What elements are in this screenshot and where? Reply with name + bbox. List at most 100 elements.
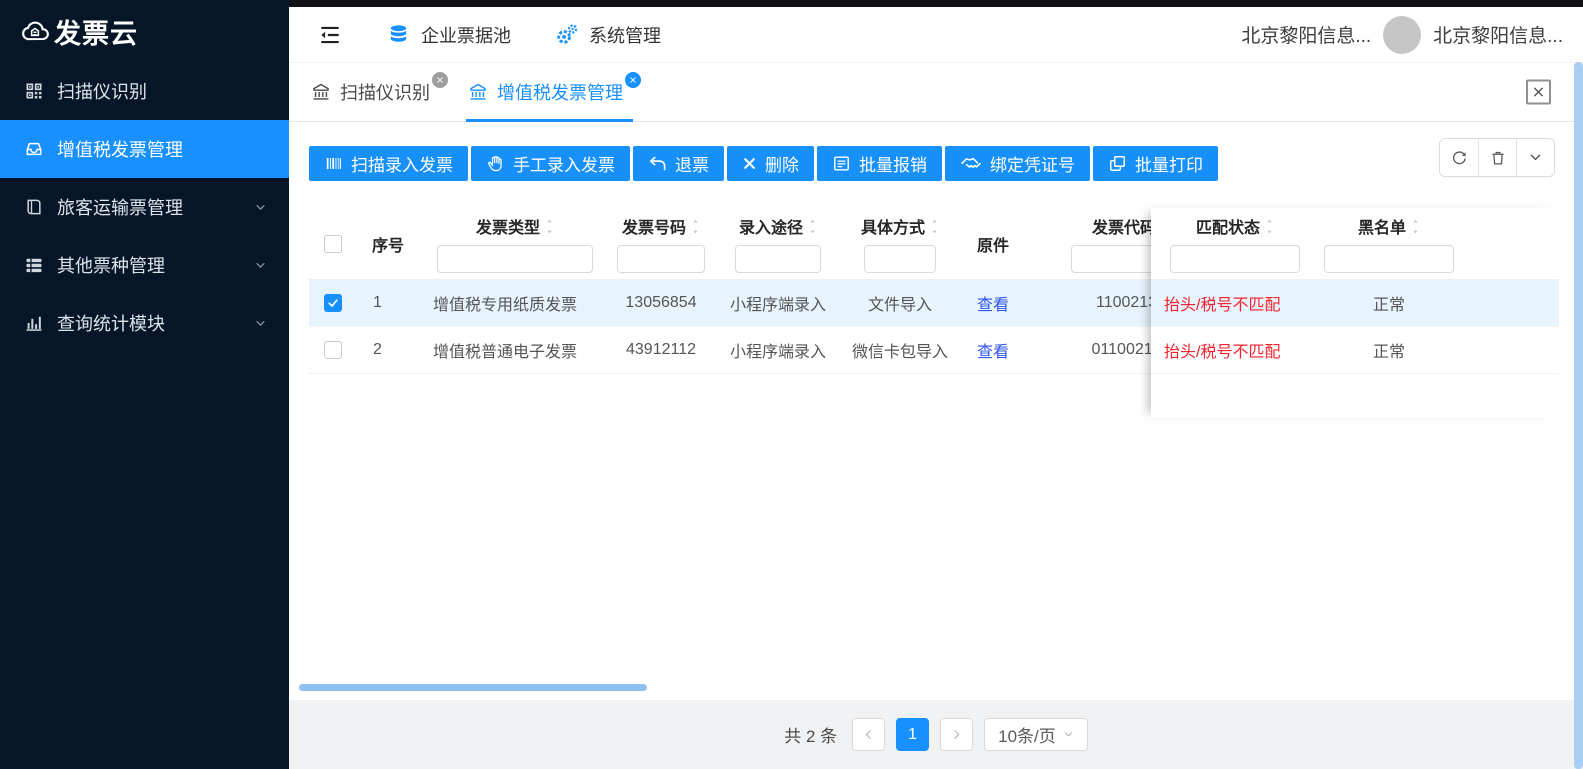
trash-button[interactable] (1478, 139, 1516, 176)
column-header-invoice-type: 发票类型 (476, 214, 540, 238)
header-menu-label: 系统管理 (589, 22, 661, 48)
sidebar: 发票云 扫描仪识别 增值税发票管理 旅客运输票管理 其他票种管理 (0, 0, 289, 769)
header-menu-bill-pool[interactable]: 企业票据池 (387, 22, 511, 48)
database-icon (387, 23, 410, 46)
sort-icon[interactable] (545, 218, 554, 235)
chevron-down-icon (1528, 150, 1543, 165)
page-size-value: 10条/页 (998, 722, 1056, 747)
sidebar-item-label: 其他票种管理 (57, 252, 165, 278)
sidebar-menu: 扫描仪识别 增值税发票管理 旅客运输票管理 其他票种管理 查询统计模块 (0, 62, 289, 352)
sort-icon[interactable] (1411, 218, 1420, 235)
undo-icon (648, 154, 667, 173)
refund-ticket-button[interactable]: 退票 (633, 146, 724, 181)
column-header-entry-method: 具体方式 (861, 214, 925, 238)
close-panel-button[interactable] (1526, 80, 1551, 105)
cell-entry-channel: 小程序端录入 (711, 291, 845, 315)
sidebar-item-vat-invoice-management[interactable]: 增值税发票管理 (0, 120, 289, 178)
company-name[interactable]: 北京黎阳信息... (1241, 21, 1371, 48)
pagination-bar: 共 2 条 1 10条/页 (289, 700, 1583, 769)
row-checkbox[interactable] (324, 294, 342, 312)
table-row-fixed[interactable]: 抬头/税号不匹配 正常 (1151, 280, 1559, 327)
tab-bar: 扫描仪识别 增值税发票管理 (289, 62, 1583, 122)
filter-input-blacklist[interactable] (1324, 245, 1454, 273)
filter-input-entry-channel[interactable] (735, 245, 821, 273)
sidebar-item-passenger-transport[interactable]: 旅客运输票管理 (0, 178, 289, 236)
qr-scanner-icon (24, 81, 44, 101)
refresh-button[interactable] (1440, 139, 1478, 176)
sidebar-item-other-tickets[interactable]: 其他票种管理 (0, 236, 289, 294)
bind-voucher-number-button[interactable]: 绑定凭证号 (945, 146, 1090, 181)
next-page-button[interactable] (940, 718, 973, 751)
header-menu-system-management[interactable]: 系统管理 (555, 22, 661, 48)
table-tools-group (1439, 138, 1555, 177)
bank-icon (468, 82, 488, 102)
cell-invoice-type: 增值税专用纸质发票 (419, 291, 611, 315)
scan-entry-invoice-button[interactable]: 扫描录入发票 (309, 146, 468, 181)
tab-close-icon[interactable] (625, 72, 641, 88)
table-header-row: 序号 发票类型 发票号码 (309, 208, 1151, 280)
bar-chart-icon (24, 313, 44, 333)
chevron-down-icon (254, 201, 267, 214)
app-logo-text: 发票云 (54, 12, 138, 51)
bank-icon (311, 82, 331, 102)
batch-print-button[interactable]: 批量打印 (1093, 146, 1218, 181)
tab-vat-invoice-management[interactable]: 增值税发票管理 (466, 63, 637, 121)
sort-icon[interactable] (808, 218, 817, 235)
filter-input-invoice-type[interactable] (437, 245, 593, 273)
prev-page-button[interactable] (852, 718, 885, 751)
view-original-link[interactable]: 查看 (977, 291, 1009, 315)
trash-icon (1489, 149, 1507, 167)
user-name[interactable]: 北京黎阳信息... (1433, 21, 1563, 48)
table-row[interactable]: 1 增值税专用纸质发票 13056854 小程序端录入 文件导入 查看 1100… (309, 280, 1151, 327)
table-row[interactable]: 2 增值税普通电子发票 43912112 小程序端录入 微信卡包导入 查看 01… (309, 327, 1151, 374)
cell-entry-method: 微信卡包导入 (845, 338, 955, 362)
table-row-fixed[interactable]: 抬头/税号不匹配 正常 (1151, 327, 1559, 374)
filter-input-entry-method[interactable] (864, 245, 936, 273)
table-fixed-right-columns: 匹配状态 黑名单 (1151, 208, 1559, 418)
sidebar-item-scanner-recognition[interactable]: 扫描仪识别 (0, 62, 289, 120)
column-header-invoice-code: 发票代码 (1092, 214, 1151, 238)
filter-input-match-status[interactable] (1170, 245, 1300, 273)
delete-button[interactable]: 删除 (727, 146, 814, 181)
sort-icon[interactable] (1265, 218, 1274, 235)
report-icon (832, 154, 851, 173)
vertical-scrollbar[interactable] (1574, 62, 1583, 769)
x-icon (742, 156, 757, 171)
tab-close-icon[interactable] (432, 72, 448, 88)
sort-icon[interactable] (691, 218, 700, 235)
view-original-link[interactable]: 查看 (977, 338, 1009, 362)
menu-fold-icon[interactable] (317, 22, 343, 48)
select-all-checkbox[interactable] (324, 235, 342, 253)
cell-match-status: 抬头/税号不匹配 (1151, 338, 1319, 362)
more-options-button[interactable] (1516, 139, 1554, 176)
cell-blacklist: 正常 (1319, 291, 1459, 315)
cell-index: 1 (357, 294, 419, 312)
page-number-button[interactable]: 1 (896, 718, 929, 751)
header-menu-label: 企业票据池 (421, 22, 511, 48)
inbox-icon (24, 139, 44, 159)
row-checkbox[interactable] (324, 341, 342, 359)
top-header: 企业票据池 系统管理 北京黎阳信息... 北京黎阳信息... (289, 7, 1583, 62)
table-header-row-fixed: 匹配状态 黑名单 (1151, 208, 1559, 280)
invoice-table: 序号 发票类型 发票号码 (309, 208, 1559, 374)
column-header-match-status: 匹配状态 (1196, 214, 1260, 238)
cell-blacklist: 正常 (1319, 338, 1459, 362)
horizontal-scrollbar[interactable] (299, 684, 647, 691)
tab-scanner-recognition[interactable]: 扫描仪识别 (309, 63, 444, 121)
sidebar-item-label: 查询统计模块 (57, 310, 165, 336)
close-icon (1532, 86, 1545, 99)
refresh-icon (1450, 149, 1468, 167)
main-area: 企业票据池 系统管理 北京黎阳信息... 北京黎阳信息... 扫描仪识别 增值税… (289, 0, 1583, 769)
page-size-select[interactable]: 10条/页 (984, 718, 1088, 751)
sidebar-item-query-statistics[interactable]: 查询统计模块 (0, 294, 289, 352)
tab-label: 扫描仪识别 (340, 79, 430, 105)
batch-reimburse-button[interactable]: 批量报销 (817, 146, 942, 181)
cell-entry-method: 文件导入 (845, 291, 955, 315)
avatar[interactable] (1383, 16, 1421, 54)
cell-invoice-code: 011002100 (1031, 341, 1151, 359)
chevron-down-icon (254, 259, 267, 272)
filter-input-invoice-code[interactable] (1071, 245, 1151, 273)
sort-icon[interactable] (930, 218, 939, 235)
manual-entry-invoice-button[interactable]: 手工录入发票 (471, 146, 630, 181)
filter-input-invoice-number[interactable] (617, 245, 705, 273)
